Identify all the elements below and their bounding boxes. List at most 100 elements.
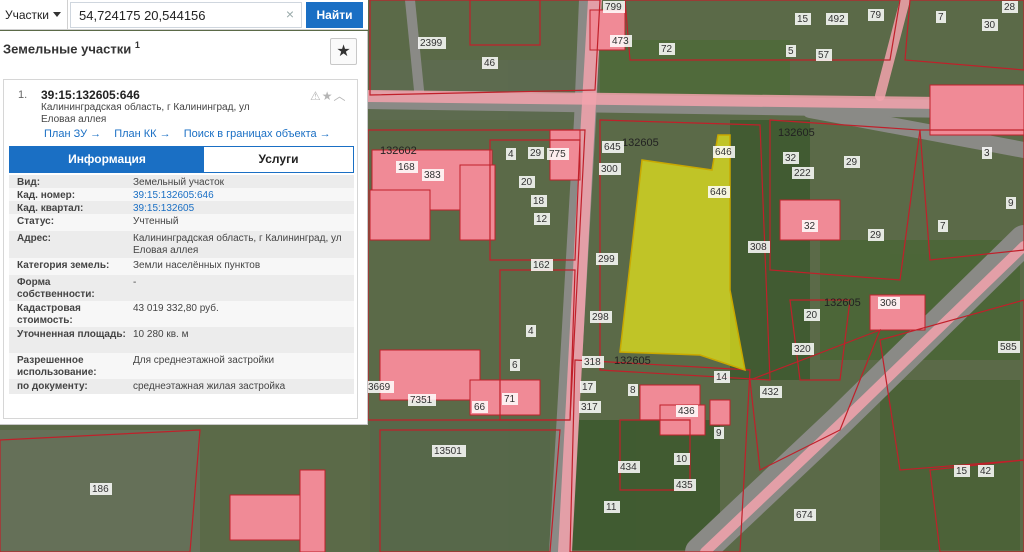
parcel-number-label[interactable]: 20 bbox=[521, 177, 533, 188]
parcel-number-label[interactable]: 306 bbox=[880, 298, 897, 309]
parcel-number-label[interactable]: 72 bbox=[661, 44, 673, 55]
info-row: Форма собственности: - bbox=[9, 275, 354, 301]
info-label: по документу: bbox=[17, 381, 88, 392]
search-type-select[interactable]: Участки bbox=[0, 0, 68, 30]
parcel-number-label[interactable]: 9 bbox=[1008, 198, 1014, 209]
clear-icon[interactable]: × bbox=[283, 7, 297, 21]
parcel-number-label[interactable]: 3669 bbox=[368, 382, 391, 393]
parcel-number-label[interactable]: 585 bbox=[1000, 342, 1017, 353]
quarter-label: 132605 bbox=[622, 137, 659, 149]
parcel-number-label[interactable]: 646 bbox=[710, 187, 727, 198]
info-row: Кад. квартал: 39:15:132605 bbox=[9, 201, 354, 214]
parcel-number-label[interactable]: 8 bbox=[630, 385, 636, 396]
parcel-number-label[interactable]: 320 bbox=[794, 344, 811, 355]
favorites-button[interactable]: ★ bbox=[330, 38, 357, 65]
parcel-number-label[interactable]: 71 bbox=[504, 394, 516, 405]
parcel-number-label[interactable]: 11 bbox=[606, 502, 617, 513]
tab-info[interactable]: Информация bbox=[10, 147, 204, 172]
link-search-in-bounds[interactable]: Поиск в границах объекта → bbox=[184, 128, 331, 140]
parcel-number-label[interactable]: 15 bbox=[797, 14, 809, 25]
parcel-number-label[interactable]: 29 bbox=[846, 157, 858, 168]
info-label: Категория земель: bbox=[17, 260, 110, 271]
parcel-number-label[interactable]: 775 bbox=[549, 149, 566, 160]
chevron-up-icon[interactable]: ︿ bbox=[334, 89, 347, 103]
quarter-label: 132605 bbox=[824, 297, 861, 309]
parcel-number-label[interactable]: 15 bbox=[956, 466, 968, 477]
parcel-number-label[interactable]: 299 bbox=[598, 254, 615, 265]
search-input[interactable] bbox=[70, 2, 302, 28]
tab-services[interactable]: Услуги bbox=[204, 147, 353, 172]
result-links: План ЗУ → План КК → Поиск в границах объ… bbox=[44, 128, 341, 140]
link-plan-kk[interactable]: План КК → bbox=[114, 128, 170, 140]
parcel-number-label[interactable]: 10 bbox=[676, 454, 688, 465]
info-row: Кадастровая стоимость: 43 019 332,80 руб. bbox=[9, 301, 354, 327]
parcel-number-label[interactable]: 434 bbox=[620, 462, 637, 473]
info-table: Вид: Земельный участок Кад. номер: 39:15:13… bbox=[9, 175, 354, 394]
parcel-number-label[interactable]: 492 bbox=[828, 14, 845, 25]
parcel-number-label[interactable]: 14 bbox=[716, 372, 728, 383]
result-address: Калининградская область, г Калининград, … bbox=[41, 102, 250, 125]
result-kad-number[interactable]: 39:15:132605:646 bbox=[41, 88, 140, 102]
result-card[interactable]: 1. 39:15:132605:646 ⚠★︿ Калининградская … bbox=[3, 79, 358, 419]
parcel-number-label[interactable]: 2399 bbox=[420, 38, 443, 49]
parcel-number-label[interactable]: 12 bbox=[536, 214, 548, 225]
parcel-number-label[interactable]: 383 bbox=[424, 170, 441, 181]
parcel-number-label[interactable]: 29 bbox=[530, 148, 542, 159]
parcel-number-label[interactable]: 7 bbox=[938, 12, 944, 23]
parcel-number-label[interactable]: 32 bbox=[785, 153, 797, 164]
result-index: 1. bbox=[18, 89, 28, 101]
warning-icon[interactable]: ⚠ bbox=[310, 89, 322, 103]
parcel-number-label[interactable]: 674 bbox=[796, 510, 813, 521]
parcel-number-label[interactable]: 162 bbox=[533, 260, 550, 271]
parcel-number-label[interactable]: 6 bbox=[512, 360, 518, 371]
parcel-number-label[interactable]: 20 bbox=[806, 310, 818, 321]
parcel-number-label[interactable]: 4 bbox=[528, 326, 534, 337]
parcel-number-label[interactable]: 32 bbox=[804, 221, 816, 232]
parcel-number-label[interactable]: 17 bbox=[582, 382, 594, 393]
parcel-number-label[interactable]: 7 bbox=[940, 221, 946, 232]
parcel-number-label[interactable]: 435 bbox=[676, 480, 693, 491]
parcel-number-label[interactable]: 29 bbox=[870, 230, 882, 241]
info-row: Кад. номер: 39:15:132605:646 bbox=[9, 188, 354, 201]
parcel-number-label[interactable]: 30 bbox=[984, 20, 996, 31]
parcel-number-label[interactable]: 46 bbox=[484, 58, 496, 69]
info-row: Статус: Учтенный bbox=[9, 214, 354, 231]
chevron-down-icon bbox=[53, 12, 61, 17]
info-value: Учтенный bbox=[133, 216, 179, 227]
parcel-number-label[interactable]: 4 bbox=[508, 149, 514, 160]
parcel-number-label[interactable]: 9 bbox=[716, 428, 722, 439]
info-row: Адрес: Калининградская область, г Калинин… bbox=[9, 231, 354, 258]
parcel-number-label[interactable]: 222 bbox=[794, 168, 811, 179]
parcel-number-label[interactable]: 79 bbox=[870, 10, 882, 21]
info-value: 10 280 кв. м bbox=[133, 329, 189, 340]
parcel-number-label[interactable]: 317 bbox=[581, 402, 598, 413]
parcel-number-label[interactable]: 186 bbox=[92, 484, 109, 495]
result-count: 1 bbox=[134, 40, 140, 50]
parcel-number-label[interactable]: 308 bbox=[750, 242, 767, 253]
parcel-number-label[interactable]: 28 bbox=[1004, 2, 1016, 13]
parcel-number-label[interactable]: 799 bbox=[605, 2, 622, 13]
parcel-number-label[interactable]: 646 bbox=[715, 147, 732, 158]
info-label: Разрешенное использование: bbox=[17, 355, 97, 378]
parcel-number-label[interactable]: 298 bbox=[592, 312, 609, 323]
parcel-number-label[interactable]: 66 bbox=[474, 402, 486, 413]
parcel-number-label[interactable]: 5 bbox=[788, 46, 794, 57]
parcel-number-label[interactable]: 473 bbox=[612, 36, 629, 47]
parcel-number-label[interactable]: 645 bbox=[604, 142, 621, 153]
parcel-number-label[interactable]: 436 bbox=[678, 406, 695, 417]
info-label: Форма собственности: bbox=[17, 277, 95, 300]
parcel-number-label[interactable]: 13501 bbox=[434, 446, 462, 457]
parcel-number-label[interactable]: 168 bbox=[398, 162, 415, 173]
parcel-number-label[interactable]: 3 bbox=[984, 148, 990, 159]
link-plan-zu[interactable]: План ЗУ → bbox=[44, 128, 101, 140]
parcel-number-label[interactable]: 42 bbox=[980, 466, 992, 477]
parcel-number-label[interactable]: 432 bbox=[762, 387, 779, 398]
info-label: Адрес: bbox=[17, 233, 51, 244]
parcel-number-label[interactable]: 318 bbox=[584, 357, 601, 368]
parcel-number-label[interactable]: 18 bbox=[533, 196, 545, 207]
find-button[interactable]: Найти bbox=[306, 2, 363, 28]
parcel-number-label[interactable]: 300 bbox=[601, 164, 618, 175]
parcel-number-label[interactable]: 57 bbox=[818, 50, 830, 61]
parcel-number-label[interactable]: 7351 bbox=[410, 395, 433, 406]
star-icon[interactable]: ★ bbox=[322, 89, 334, 103]
